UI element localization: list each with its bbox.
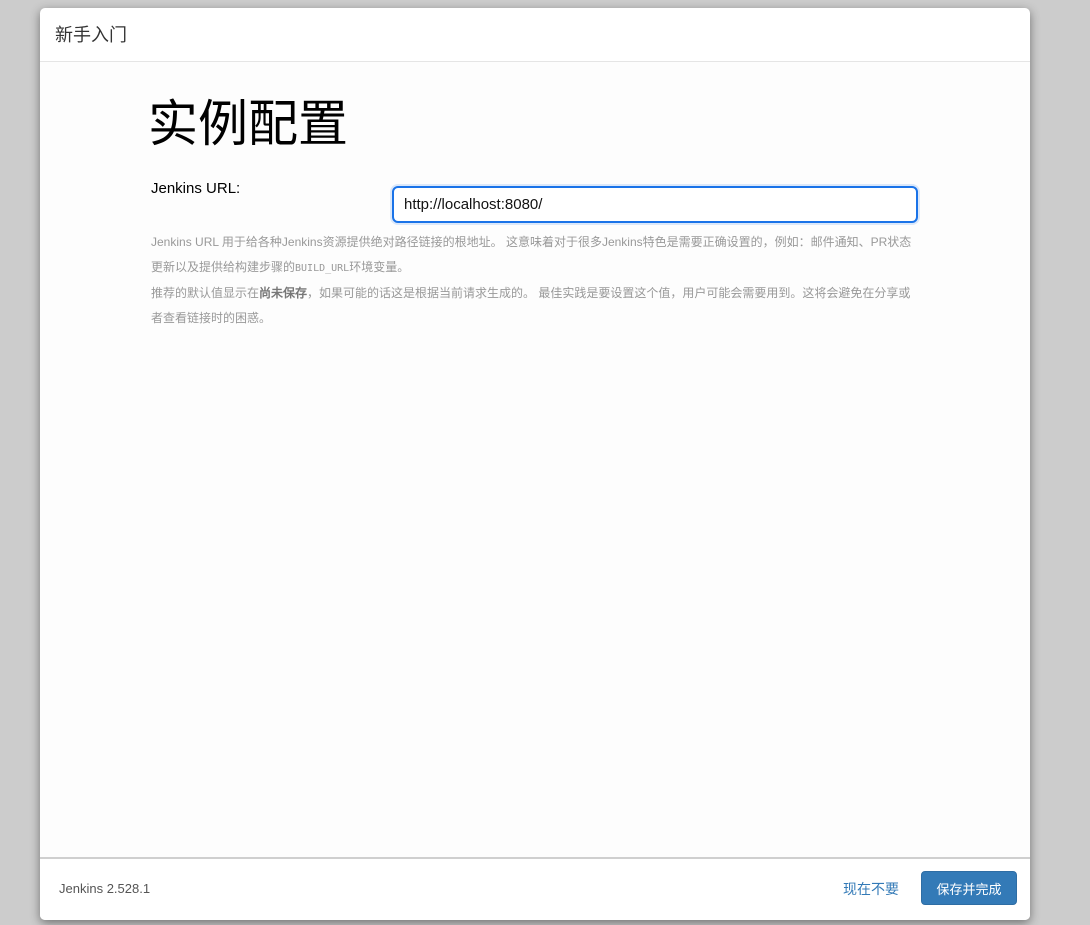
dialog-header: 新手入门 — [40, 8, 1030, 62]
help-text: 推荐的默认值显示在 — [151, 286, 260, 300]
help-text: 环境变量。 — [349, 260, 410, 274]
jenkins-url-input[interactable] — [392, 186, 918, 223]
dialog-body: 实例配置 Jenkins URL: Jenkins URL 用于给各种Jenki… — [40, 62, 1030, 857]
help-paragraph-1: Jenkins URL 用于给各种Jenkins资源提供绝对路径链接的根地址。 … — [151, 230, 916, 281]
help-paragraph-2: 推荐的默认值显示在尚未保存，如果可能的话这是根据当前请求生成的。 最佳实践是要设… — [151, 281, 916, 331]
save-and-finish-button[interactable]: 保存并完成 — [921, 871, 1017, 905]
page-title: 实例配置 — [148, 95, 348, 153]
dialog-title: 新手入门 — [55, 25, 127, 46]
skip-now-link[interactable]: 现在不要 — [843, 879, 899, 899]
jenkins-version: Jenkins 2.528.1 — [59, 881, 151, 896]
setup-wizard-dialog: 新手入门 实例配置 Jenkins URL: Jenkins URL 用于给各种… — [40, 8, 1030, 920]
not-saved-emphasis: 尚未保存 — [259, 286, 308, 300]
help-text: Jenkins URL 用于给各种Jenkins资源提供绝对路径链接的根地址。 … — [151, 235, 912, 274]
build-url-code: BUILD_URL — [295, 263, 350, 274]
jenkins-url-label: Jenkins URL: — [151, 180, 241, 197]
jenkins-url-help: Jenkins URL 用于给各种Jenkins资源提供绝对路径链接的根地址。 … — [151, 230, 916, 331]
dialog-footer: Jenkins 2.528.1 现在不要 保存并完成 — [40, 857, 1030, 920]
